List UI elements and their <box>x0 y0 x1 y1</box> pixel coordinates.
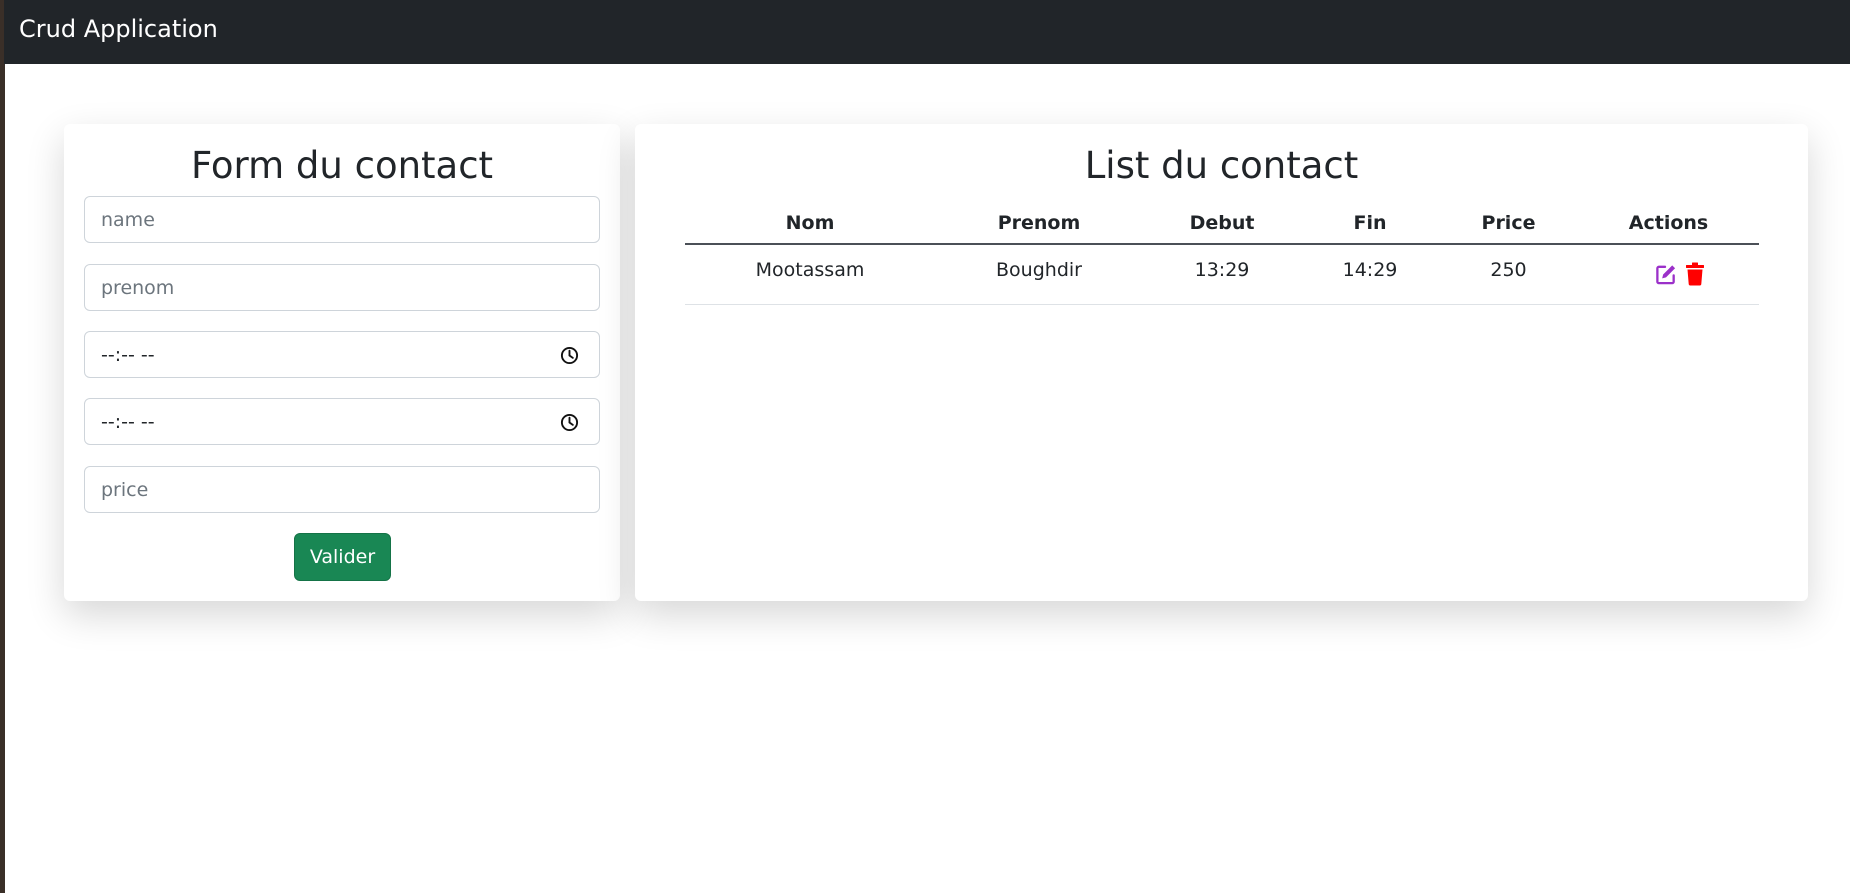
cell-fin: 14:29 <box>1342 259 1398 281</box>
fin-time-value: --:-- -- <box>101 411 155 433</box>
table-row: Mootassam Boughdir 13:29 14:29 250 <box>685 245 1759 305</box>
header-nom: Nom <box>785 212 835 234</box>
header-fin: Fin <box>1353 212 1387 234</box>
cell-nom: Mootassam <box>755 259 865 281</box>
cell-prenom: Boughdir <box>996 259 1082 281</box>
contact-table: Nom Prenom Debut Fin Price Actions Moota… <box>685 202 1759 305</box>
navbar-brand[interactable]: Crud Application <box>19 14 218 44</box>
table-header: Nom Prenom Debut Fin Price Actions <box>685 202 1759 245</box>
fin-time-input[interactable]: --:-- -- <box>84 398 600 445</box>
contact-list-card: List du contact Nom Prenom Debut Fin Pri… <box>635 124 1808 601</box>
clock-icon[interactable] <box>560 346 579 365</box>
list-title: List du contact <box>1084 144 1359 187</box>
cell-debut: 13:29 <box>1194 259 1250 281</box>
clock-icon[interactable] <box>560 413 579 432</box>
price-placeholder: price <box>101 479 149 501</box>
prenom-placeholder: prenom <box>101 277 175 299</box>
window-edge <box>0 0 5 893</box>
trash-icon[interactable] <box>1685 262 1705 286</box>
header-price: Price <box>1481 212 1536 234</box>
edit-icon[interactable] <box>1654 263 1678 286</box>
prenom-input[interactable]: prenom <box>84 264 600 311</box>
debut-time-value: --:-- -- <box>101 344 155 366</box>
cell-price: 250 <box>1490 259 1527 281</box>
header-actions: Actions <box>1628 212 1709 234</box>
contact-form-card: Form du contact name prenom --:-- -- --:… <box>64 124 620 601</box>
form-title: Form du contact <box>190 144 494 187</box>
row-actions <box>1578 261 1759 291</box>
name-placeholder: name <box>101 209 155 231</box>
name-input[interactable]: name <box>84 196 600 243</box>
debut-time-input[interactable]: --:-- -- <box>84 331 600 378</box>
navbar: Crud Application <box>4 0 1850 64</box>
price-input[interactable]: price <box>84 466 600 513</box>
header-prenom: Prenom <box>997 212 1081 234</box>
valider-button[interactable]: Valider <box>294 533 391 581</box>
header-debut: Debut <box>1189 212 1255 234</box>
